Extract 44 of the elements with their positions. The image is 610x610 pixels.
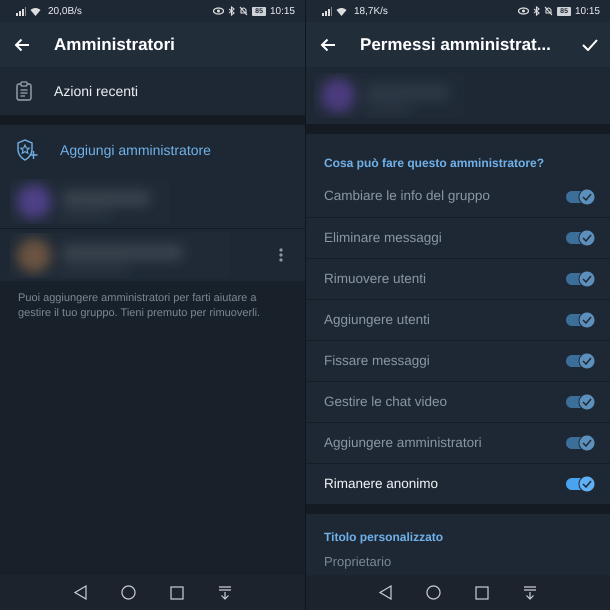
more-options-icon[interactable] bbox=[279, 248, 283, 262]
clipboard-icon bbox=[16, 81, 32, 101]
notification-pull-icon[interactable] bbox=[523, 586, 537, 600]
signal-icon bbox=[322, 6, 332, 16]
wifi-icon bbox=[336, 6, 347, 16]
network-speed: 18,7K/s bbox=[354, 4, 388, 18]
checkmark-icon[interactable] bbox=[582, 38, 598, 50]
network-speed: 20,0B/s bbox=[48, 4, 82, 18]
section-heading: Cosa può fare questo amministratore? bbox=[323, 155, 546, 172]
permission-label: Rimuovere utenti bbox=[324, 270, 426, 288]
notification-pull-icon[interactable] bbox=[218, 586, 232, 600]
permission-label: Fissare messaggi bbox=[324, 352, 430, 370]
list-item[interactable]: Azioni recenti bbox=[0, 67, 305, 115]
wifi-icon bbox=[30, 6, 41, 16]
signal-icon bbox=[16, 6, 26, 16]
bell-off-icon bbox=[544, 6, 554, 16]
eye-icon bbox=[213, 7, 224, 15]
permission-label: Aggiungere amministratori bbox=[324, 434, 482, 452]
home-nav-icon[interactable] bbox=[120, 585, 136, 600]
bell-off-icon bbox=[239, 6, 248, 16]
title-input-field[interactable]: Proprietario bbox=[306, 552, 610, 572]
clock-time: 10:15 bbox=[574, 4, 600, 18]
permission-label: Eliminare messaggi bbox=[324, 228, 442, 247]
shield-star-add-icon bbox=[16, 139, 38, 161]
back-nav-icon[interactable] bbox=[74, 585, 86, 600]
back-arrow-icon[interactable] bbox=[14, 38, 30, 52]
permission-label: Gestire le chat video bbox=[324, 392, 448, 411]
permission-label: Cambiare le info del gruppo bbox=[324, 187, 490, 206]
permission-label: Aggiungere utenti bbox=[324, 310, 430, 329]
permission-label: Rimanere anonimo bbox=[324, 474, 438, 493]
screen-title: Amministratori bbox=[54, 34, 176, 56]
screen-title: Permessi amministrat... bbox=[360, 34, 552, 56]
bluetooth-icon bbox=[228, 6, 236, 16]
home-nav-icon[interactable] bbox=[426, 585, 441, 600]
clock-time: 10:15 bbox=[270, 4, 295, 18]
back-arrow-icon[interactable] bbox=[320, 38, 336, 52]
bluetooth-icon bbox=[533, 6, 540, 16]
hint-text: Puoi aggiungere amministratori per farti aiutare a gestire il tuo gruppo. Tieni premuto per rimuoverli. bbox=[17, 291, 262, 321]
recents-nav-icon[interactable] bbox=[170, 586, 184, 600]
back-nav-icon[interactable] bbox=[379, 585, 392, 600]
eye-icon bbox=[518, 7, 530, 15]
toggle-switch[interactable] bbox=[566, 475, 596, 493]
section-heading: Titolo personalizzato bbox=[323, 529, 444, 546]
recents-nav-icon[interactable] bbox=[475, 586, 489, 600]
